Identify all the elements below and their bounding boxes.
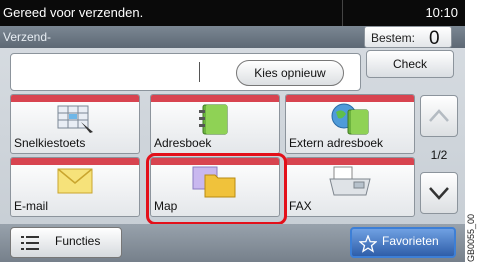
destination-count: 0 [429,28,440,49]
list-icon [21,236,39,250]
text-caret [199,62,200,82]
tile-label: Adresboek [154,136,212,150]
favorites-button[interactable]: Favorieten [350,227,456,258]
status-bar: Gereed voor verzenden. 10:10 [0,0,465,26]
fax-icon [328,165,372,204]
destination-field[interactable]: Kies opnieuw [10,53,361,91]
tile-one-touch-key[interactable]: Snelkiestoets [10,94,140,154]
scroll-up-button[interactable] [420,95,458,137]
tile-label: Snelkiestoets [14,136,86,150]
one-touch-key-icon [55,102,95,139]
reset-destination-button[interactable]: Kies opnieuw [236,60,344,86]
destination-label: Bestem: [371,31,416,45]
scroll-down-button[interactable] [420,172,458,214]
functions-button[interactable]: Functies [10,227,122,258]
check-button[interactable]: Check [366,50,454,78]
bottom-bar: Functies Favorieten [0,224,465,262]
tile-external-address-book[interactable]: Extern adresboek [285,94,415,154]
chevron-down-icon [429,187,449,200]
tile-email[interactable]: E-mail [10,157,140,217]
envelope-icon [55,165,95,202]
status-divider [342,0,343,26]
touch-panel-screen: Gereed voor verzenden. 10:10 Verzend- Be… [0,0,465,262]
chevron-up-icon [429,109,449,122]
functions-label: Functies [55,234,101,248]
figure-code: GB0055_00 [466,213,476,262]
favorites-label: Favorieten [382,234,439,248]
destination-counter: Bestem: 0 [364,26,452,49]
status-message: Gereed voor verzenden. [3,5,144,20]
tile-label: Extern adresboek [289,136,384,150]
tile-label: FAX [289,199,312,213]
selection-highlight [146,153,287,225]
tile-fax[interactable]: FAX [285,157,415,217]
page-indicator: 1/2 [430,148,448,162]
screen-title: Verzend- [3,30,52,44]
tile-label: E-mail [14,199,49,213]
star-icon [359,235,377,253]
tile-address-book[interactable]: Adresboek [150,94,280,154]
clock: 10:10 [425,5,458,20]
